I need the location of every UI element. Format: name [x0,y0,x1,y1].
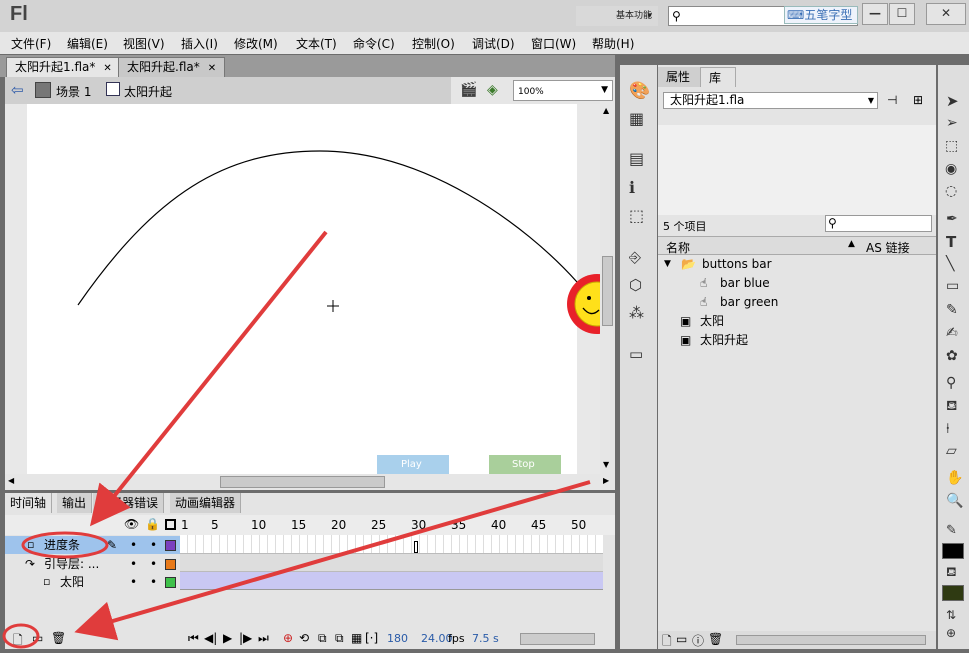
annotation-arrow [89,230,328,527]
annotation-circle [21,531,109,559]
annotation-overlay [2,230,591,649]
annotation-circle [2,623,40,649]
annotation-arrow [74,480,591,641]
